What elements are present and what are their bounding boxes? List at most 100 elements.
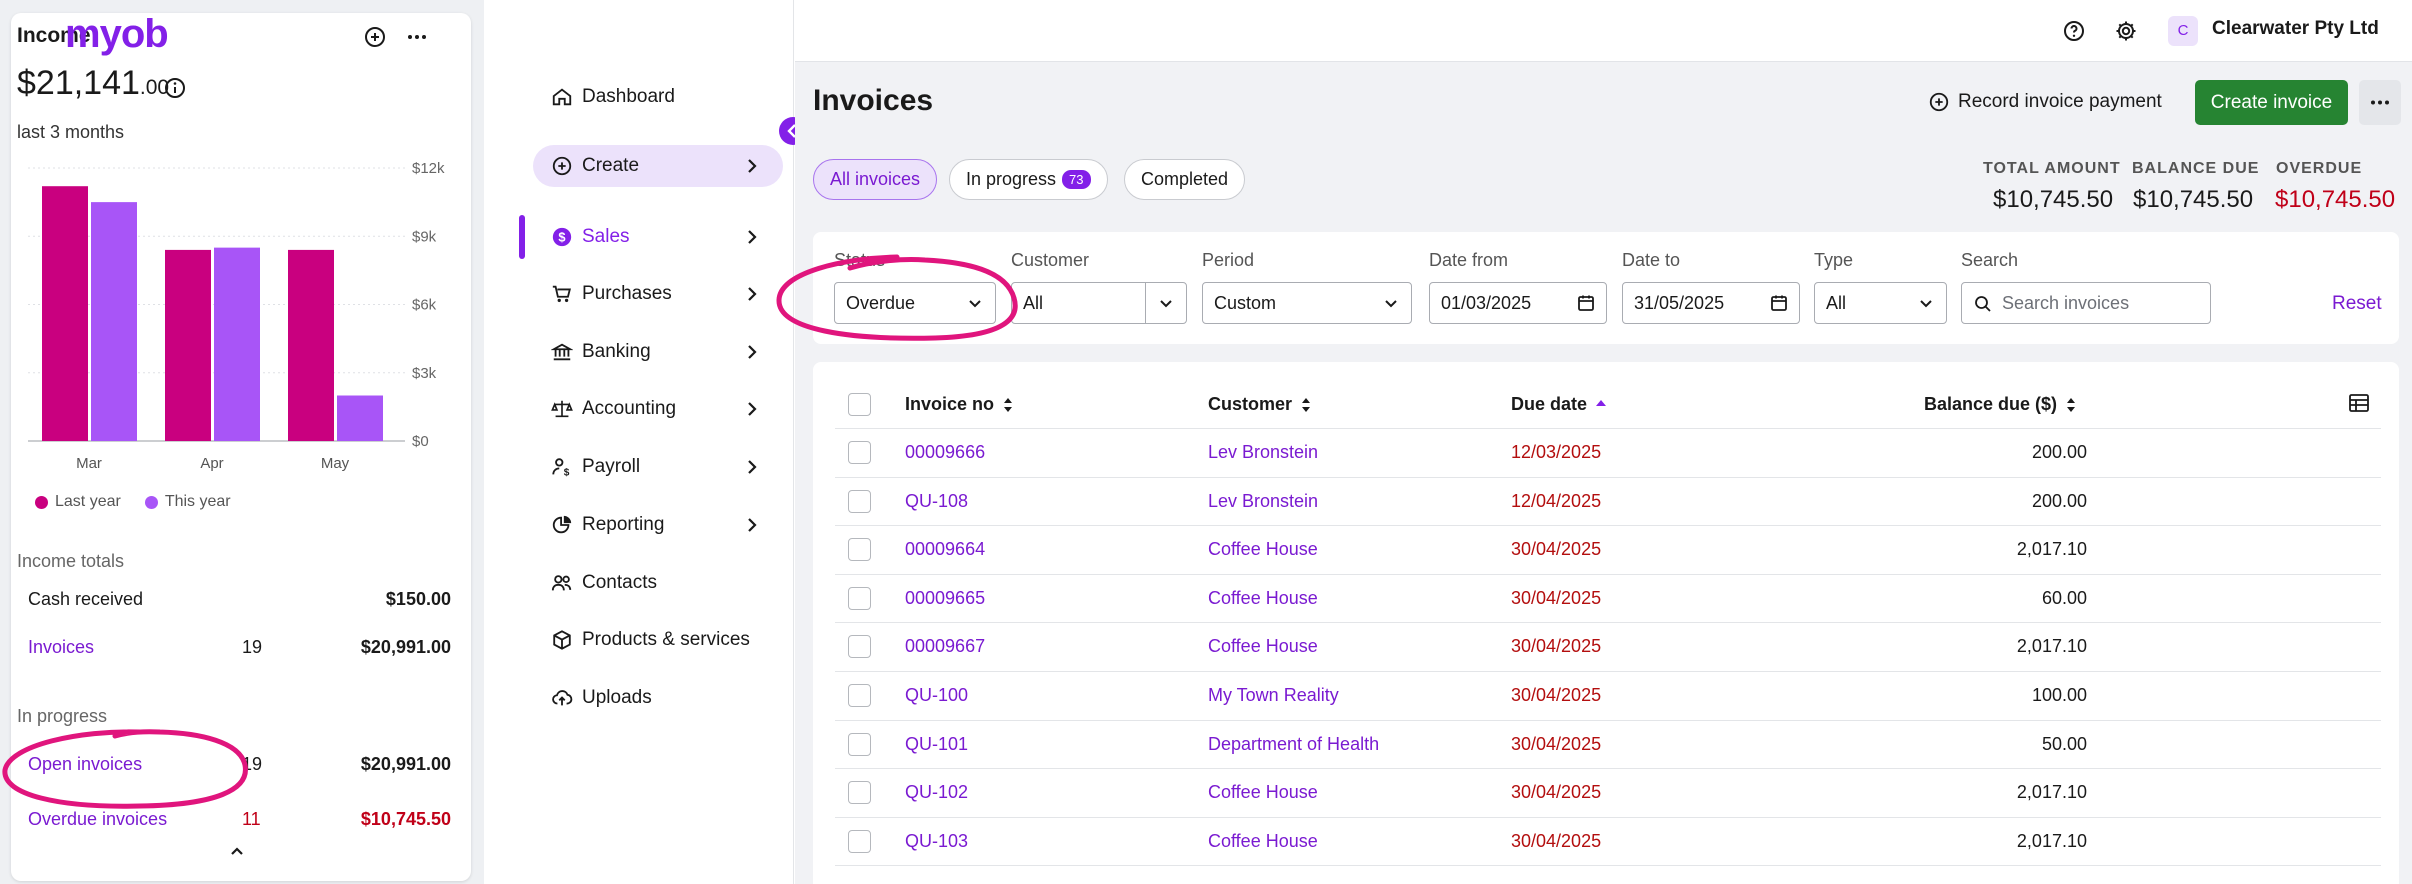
info-icon[interactable] — [163, 76, 187, 100]
myob-logo[interactable]: myob — [65, 12, 169, 57]
calendar-icon[interactable] — [1576, 293, 1596, 313]
due-date-cell: 30/04/2025 — [1511, 685, 1602, 705]
chart-bar-apr-this-year[interactable] — [214, 247, 260, 441]
row-divider — [835, 671, 2381, 672]
customer-link[interactable]: Coffee House — [1208, 636, 1318, 657]
tab-all-invoices[interactable]: All invoices — [813, 159, 938, 200]
date-to-input[interactable]: 31/05/2025 — [1622, 282, 1800, 324]
sort-icon — [2067, 397, 2076, 412]
sidebar-item-sales[interactable]: $ Sales — [533, 216, 783, 258]
invoice-number-link[interactable]: 00009664 — [905, 539, 985, 560]
sidebar-item-label: Uploads — [582, 687, 652, 708]
sidebar-item-dashboard[interactable]: Dashboard — [533, 76, 783, 118]
sidebar-item-create[interactable]: Create — [533, 145, 783, 187]
chevron-up-icon[interactable] — [226, 840, 248, 862]
chart-bar-mar-this-year[interactable] — [91, 202, 137, 441]
sidebar-item-contacts[interactable]: Contacts — [533, 562, 783, 604]
chevron-right-icon — [748, 287, 757, 301]
customer-link[interactable]: Lev Bronstein — [1208, 491, 1318, 512]
company-avatar[interactable]: C — [2168, 16, 2198, 46]
column-header-invoice-no[interactable]: Invoice no — [905, 394, 1014, 415]
row-checkbox[interactable] — [848, 732, 871, 756]
sidebar-item-purchases[interactable]: Purchases — [533, 273, 783, 315]
date-from-value: 01/03/2025 — [1441, 292, 1532, 313]
period-filter-select[interactable]: Custom — [1202, 282, 1412, 324]
row-checkbox[interactable] — [848, 538, 871, 562]
type-filter-label: Type — [1814, 250, 1854, 270]
chevron-down-icon — [1160, 300, 1172, 308]
sort-ascending-icon — [1596, 399, 1607, 406]
select-all-checkbox[interactable] — [848, 393, 871, 416]
chart-bar-mar-last-year[interactable] — [42, 186, 88, 441]
search-input[interactable]: Search invoices — [1961, 282, 2211, 324]
chart-bar-apr-last-year[interactable] — [165, 249, 211, 441]
x-axis-tick-label: Mar — [76, 455, 102, 472]
sidebar-item-products-services[interactable]: Products & services — [533, 619, 783, 661]
sidebar-item-banking[interactable]: Banking — [533, 331, 783, 373]
overdue-invoices-link[interactable]: Overdue invoices — [28, 809, 167, 830]
calendar-icon[interactable] — [1769, 293, 1789, 313]
customer-link[interactable]: Coffee House — [1208, 588, 1318, 609]
record-payment-button[interactable]: Record invoice payment — [1928, 83, 2162, 121]
more-options-icon[interactable] — [405, 25, 429, 49]
row-checkbox[interactable] — [848, 441, 871, 464]
sidebar-item-reporting[interactable]: Reporting — [533, 504, 783, 546]
customer-link[interactable]: Coffee House — [1208, 831, 1318, 852]
customer-link[interactable]: Coffee House — [1208, 782, 1318, 803]
customer-link[interactable]: My Town Reality — [1208, 685, 1339, 706]
row-checkbox[interactable] — [848, 781, 871, 805]
sidebar-item-label: Create — [582, 155, 640, 176]
invoice-number-link[interactable]: 00009666 — [905, 442, 985, 463]
invoice-number-link[interactable]: 00009665 — [905, 588, 985, 609]
period-filter-value: Custom — [1214, 292, 1277, 313]
row-checkbox[interactable] — [848, 635, 871, 659]
row-checkbox[interactable] — [848, 489, 871, 513]
invoice-number-link[interactable]: QU-102 — [905, 782, 968, 803]
cart-icon — [552, 285, 571, 303]
row-checkbox[interactable] — [848, 684, 871, 707]
status-filter-select[interactable]: Overdue — [834, 282, 996, 324]
invoice-number-link[interactable]: QU-100 — [905, 685, 968, 706]
reset-filters-link[interactable]: Reset — [2332, 293, 2382, 315]
open-invoices-link[interactable]: Open invoices — [28, 754, 142, 775]
sidebar-item-label: Purchases — [582, 283, 672, 304]
date-from-input[interactable]: 01/03/2025 — [1429, 282, 1607, 324]
table-settings-icon[interactable] — [2347, 391, 2371, 415]
sidebar-item-accounting[interactable]: Accounting — [533, 388, 783, 430]
combobox-divider — [1145, 283, 1146, 323]
column-header-balance-due[interactable]: Balance due ($) — [1924, 394, 2077, 415]
tab-in-progress[interactable]: In progress 73 — [949, 159, 1108, 200]
balance-due-cell: 100.00 — [2031, 685, 2087, 705]
column-header-due-date[interactable]: Due date — [1511, 394, 1607, 415]
more-actions-button[interactable] — [2359, 80, 2401, 125]
invoice-number-link[interactable]: QU-101 — [905, 734, 968, 755]
total-amount-value: $10,745.50 — [1993, 186, 2114, 213]
date-to-value: 31/05/2025 — [1634, 292, 1725, 313]
balance-due-cell: 200.00 — [2031, 490, 2087, 511]
chart-bar-may-last-year[interactable] — [288, 249, 334, 441]
invoice-number-link[interactable]: 00009667 — [905, 636, 985, 657]
customer-link[interactable]: Department of Health — [1208, 734, 1379, 755]
sidebar-item-uploads[interactable]: Uploads — [533, 677, 783, 719]
invoice-number-link[interactable]: QU-108 — [905, 491, 968, 512]
customer-link[interactable]: Coffee House — [1208, 539, 1318, 560]
side-navigation — [484, 0, 794, 884]
company-name[interactable]: Clearwater Pty Ltd — [2212, 18, 2379, 40]
box-icon — [553, 630, 571, 650]
column-header-customer[interactable]: Customer — [1208, 394, 1312, 415]
add-circle-icon[interactable] — [363, 25, 387, 49]
customer-filter-combobox[interactable]: All — [1011, 282, 1187, 324]
invoices-link[interactable]: Invoices — [28, 637, 94, 658]
row-checkbox[interactable] — [848, 586, 871, 610]
tab-completed[interactable]: Completed — [1124, 159, 1246, 200]
sidebar-item-payroll[interactable]: $ Payroll — [533, 446, 783, 488]
settings-gear-icon[interactable] — [2114, 19, 2138, 43]
type-filter-select[interactable]: All — [1814, 282, 1947, 324]
row-divider — [835, 573, 2381, 575]
chart-bar-may-this-year[interactable] — [337, 395, 383, 442]
help-icon[interactable] — [2062, 19, 2086, 43]
create-invoice-button[interactable]: Create invoice — [2195, 80, 2348, 125]
row-checkbox[interactable] — [848, 829, 871, 853]
invoice-number-link[interactable]: QU-103 — [905, 831, 968, 852]
customer-link[interactable]: Lev Bronstein — [1208, 442, 1318, 463]
